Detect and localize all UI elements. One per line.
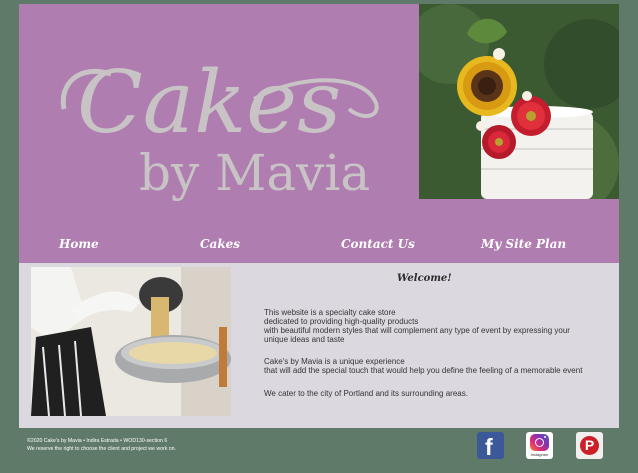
nav-cakes[interactable]: Cakes (200, 237, 240, 251)
intro-line-3: with beautiful modern styles that will c… (264, 326, 570, 344)
instagram-icon (530, 434, 549, 451)
nav-contact-us[interactable]: Contact Us (341, 237, 415, 251)
experience-paragraph: Cake's by Mavia is a unique experience t… (264, 357, 584, 375)
pinterest-link[interactable]: P (576, 432, 603, 459)
logo-by-text: by Mavia (139, 144, 370, 202)
nav-my-site-plan[interactable]: My Site Plan (481, 237, 566, 251)
facebook-link[interactable]: f (477, 432, 504, 459)
main-content: Welcome! This website is a specialty cak… (19, 263, 619, 428)
intro-line-1: This website is a specialty cake store (264, 308, 396, 317)
welcome-heading: Welcome! (397, 273, 452, 284)
service-area-paragraph: We cater to the city of Portland and its… (264, 389, 468, 398)
baking-photo (31, 267, 231, 416)
site-logo[interactable]: Cakes by Mavia (19, 4, 419, 234)
instagram-link[interactable]: Instagram (526, 432, 553, 459)
experience-line-2: that will add the special touch that wou… (264, 366, 583, 375)
page-container: Cakes by Mavia Home Cakes Contact Us My … (19, 4, 619, 428)
pinterest-icon: P (580, 436, 599, 455)
site-header: Cakes by Mavia Home Cakes Contact Us My … (19, 4, 619, 263)
logo-script-text: Cakes (77, 53, 341, 153)
experience-line-1: Cake's by Mavia is a unique experience (264, 357, 405, 366)
rights-text: We reserve the right to choose the clien… (27, 446, 176, 452)
logo-graphic: Cakes by Mavia (60, 53, 379, 202)
main-nav: Home Cakes Contact Us My Site Plan (19, 237, 619, 263)
nav-home[interactable]: Home (59, 237, 99, 251)
site-footer: ©2020 Cake's by Mavia • Indira Estrada •… (27, 437, 176, 453)
copyright-text: ©2020 Cake's by Mavia • Indira Estrada •… (27, 438, 168, 444)
instagram-label: Instagram (530, 452, 549, 457)
cake-photo (419, 4, 619, 199)
intro-line-2: dedicated to providing high-quality prod… (264, 317, 419, 326)
intro-paragraph: This website is a specialty cake store d… (264, 308, 584, 344)
facebook-icon: f (485, 434, 493, 459)
